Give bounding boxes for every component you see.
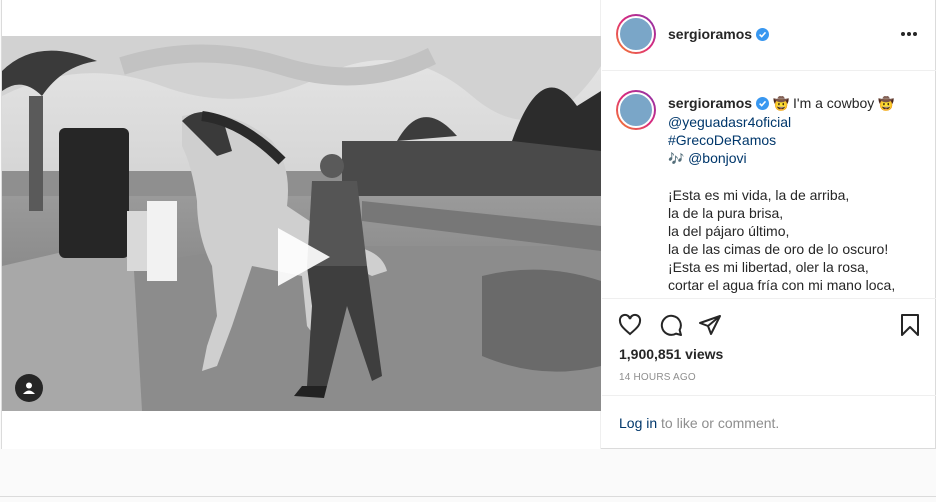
username-text[interactable]: sergioramos <box>668 26 752 42</box>
tagged-user-button[interactable] <box>15 374 43 402</box>
poem-line: ¡Esta es mi vida, la de arriba, <box>668 187 850 203</box>
video-player[interactable] <box>2 36 601 411</box>
hashtag-link[interactable]: #GrecoDeRamos <box>668 132 776 148</box>
caption-username[interactable]: sergioramos <box>668 95 752 111</box>
caption-avatar[interactable] <box>616 90 656 130</box>
more-options-icon <box>901 32 905 36</box>
mention-link[interactable]: @bonjovi <box>688 150 747 166</box>
view-count[interactable]: 1,900,851 views <box>619 346 723 362</box>
poem-line: la de la pura brisa, <box>668 205 784 221</box>
verified-badge-icon <box>756 28 770 41</box>
poem-line: ¡Esta es mi libertad, oler la rosa, <box>668 259 869 275</box>
login-rest-text: to like or comment. <box>657 415 780 431</box>
comment-icon[interactable] <box>659 313 683 337</box>
instagram-post: sergioramos sergioramos 🤠 I'm a cowboy 🤠… <box>1 0 936 449</box>
play-icon[interactable] <box>270 224 336 290</box>
header-username[interactable]: sergioramos <box>668 26 770 42</box>
login-text: Log in to like or comment. <box>619 415 779 431</box>
verified-badge-icon <box>756 97 770 110</box>
cowboy-emoji: 🤠 <box>878 96 895 111</box>
mention-link[interactable]: @yeguadasr4oficial <box>668 114 791 130</box>
post-media <box>2 0 601 449</box>
share-icon[interactable] <box>698 313 722 337</box>
poem-line: cortar el agua fría con mi mano loca, <box>668 277 896 293</box>
user-icon <box>23 382 35 394</box>
login-link[interactable]: Log in <box>619 415 657 431</box>
cowboy-emoji: 🤠 <box>772 96 790 111</box>
login-prompt: Log in to like or comment. <box>602 395 936 449</box>
post-header: sergioramos <box>602 0 936 71</box>
post-timestamp[interactable]: 14 HOURS AGO <box>619 372 696 383</box>
poem-line: la del pájaro último, <box>668 223 790 239</box>
avatar[interactable] <box>616 14 656 54</box>
heart-icon[interactable] <box>618 313 642 337</box>
music-emoji: 🎶 <box>668 151 685 166</box>
divider <box>0 496 936 497</box>
caption: sergioramos 🤠 I'm a cowboy 🤠 @yeguadasr4… <box>668 94 930 294</box>
poem-line: la de las cimas de oro de lo oscuro! <box>668 241 889 257</box>
caption-title: I'm a cowboy <box>793 95 875 111</box>
caption-area: sergioramos 🤠 I'm a cowboy 🤠 @yeguadasr4… <box>602 72 936 298</box>
more-options-button[interactable] <box>899 26 919 42</box>
post-sidebar: sergioramos sergioramos 🤠 I'm a cowboy 🤠… <box>602 0 936 449</box>
bookmark-icon[interactable] <box>898 313 922 337</box>
